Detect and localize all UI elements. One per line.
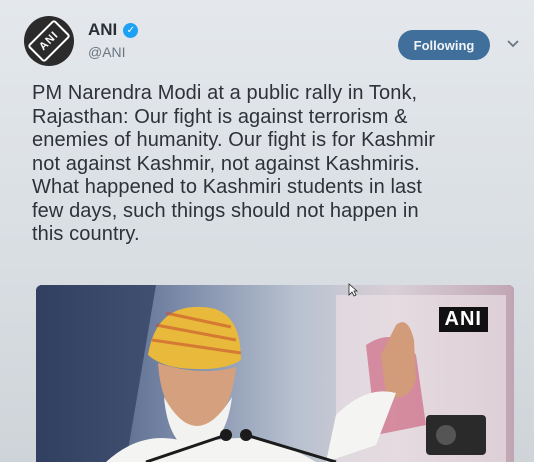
tweet-media-image[interactable]: ANI: [36, 285, 514, 462]
tweet-text-line: PM Narendra Modi at a public rally in To…: [32, 82, 418, 104]
tweet-text-line: not against Kashmir, not against Kashmir…: [32, 152, 420, 175]
verified-icon: ✓: [123, 22, 139, 38]
tweet-text-line: What happened to Kashmiri students in la…: [32, 176, 422, 198]
following-button[interactable]: Following: [398, 30, 490, 60]
avatar[interactable]: ANI: [24, 16, 74, 66]
tweet-text: PM Narendra Modi at a public rally in To…: [32, 82, 522, 247]
avatar-logo: ANI: [27, 19, 71, 63]
chevron-down-icon[interactable]: [506, 36, 520, 50]
display-name[interactable]: ANI: [88, 20, 117, 40]
tweet-text-line: this country.: [32, 223, 140, 245]
tweet-text-line: Rajasthan: Our fight is against terroris…: [32, 105, 408, 128]
tweet-text-line: enemies of humanity. Our fight is for Ka…: [32, 129, 436, 151]
ani-watermark: ANI: [438, 307, 488, 332]
tweet-screen: ANI ANI ✓ @ANI Following PM Narendra Mod…: [0, 0, 534, 462]
mouse-cursor-icon: [348, 283, 358, 297]
name-row: ANI ✓: [88, 20, 139, 40]
handle[interactable]: @ANI: [88, 44, 126, 60]
tweet-header: ANI ANI ✓ @ANI Following: [18, 14, 520, 74]
tweet-text-line: few days, such things should not happen …: [32, 199, 419, 222]
